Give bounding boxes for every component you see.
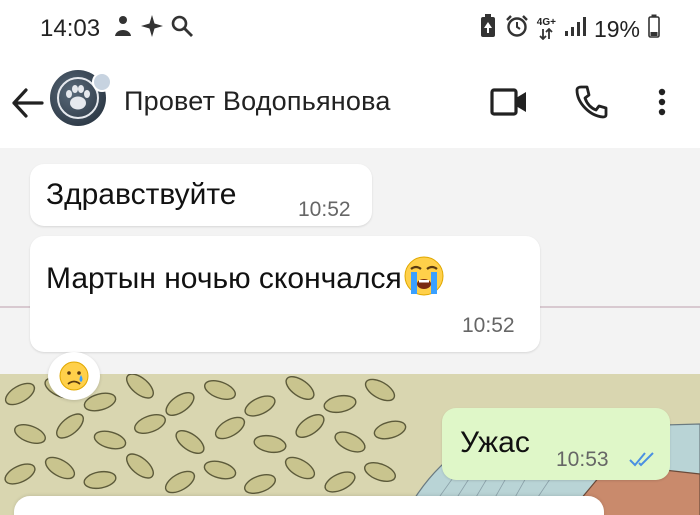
message-outgoing[interactable]: Ужас 10:53	[442, 408, 670, 480]
video-call-button[interactable]	[490, 84, 528, 125]
battery-saver-icon	[479, 14, 497, 44]
battery-icon	[648, 14, 660, 44]
message-time: 10:52	[298, 198, 351, 221]
message-text: Мартын ночью скончался	[46, 262, 402, 295]
battery-percent: 19%	[593, 15, 640, 42]
voice-call-button[interactable]	[574, 84, 608, 125]
message-incoming[interactable]: Здравствуйте 10:52	[30, 164, 372, 226]
message-reaction[interactable]	[48, 352, 100, 400]
message-text: Ужас	[460, 426, 530, 459]
back-button[interactable]	[10, 86, 46, 120]
signal-icon	[564, 15, 586, 43]
message-text: Здравствуйте	[46, 178, 237, 211]
more-vert-icon	[658, 88, 666, 116]
contact-name[interactable]: Провет Водопьянова	[124, 86, 391, 117]
network-icon: 4G+	[537, 18, 556, 40]
status-bar: 14:03 4G+ 19%	[0, 0, 700, 58]
person-icon	[112, 14, 134, 43]
sad-tear-face-icon	[59, 361, 89, 391]
message-time: 10:53	[556, 448, 609, 471]
phone-icon	[575, 85, 608, 119]
search-icon	[170, 14, 194, 43]
sparkle-icon	[140, 14, 164, 43]
video-call-icon	[490, 88, 526, 116]
message-time: 10:52	[462, 314, 515, 337]
more-options-button[interactable]	[652, 84, 672, 125]
message-incoming[interactable]: Мартын ночью скончался 10:52	[30, 236, 540, 352]
chat-header: Провет Водопьянова	[0, 58, 700, 148]
avatar-badge	[92, 72, 112, 92]
back-arrow-icon	[12, 88, 44, 118]
partial-bubble	[14, 496, 604, 515]
loudly-crying-face-icon	[404, 256, 444, 296]
read-ticks-icon	[629, 452, 654, 467]
status-time: 14:03	[40, 15, 101, 42]
alarm-icon	[505, 14, 529, 44]
chat-area[interactable]: Здравствуйте 10:52 Мартын ночью скончалс…	[0, 148, 700, 515]
